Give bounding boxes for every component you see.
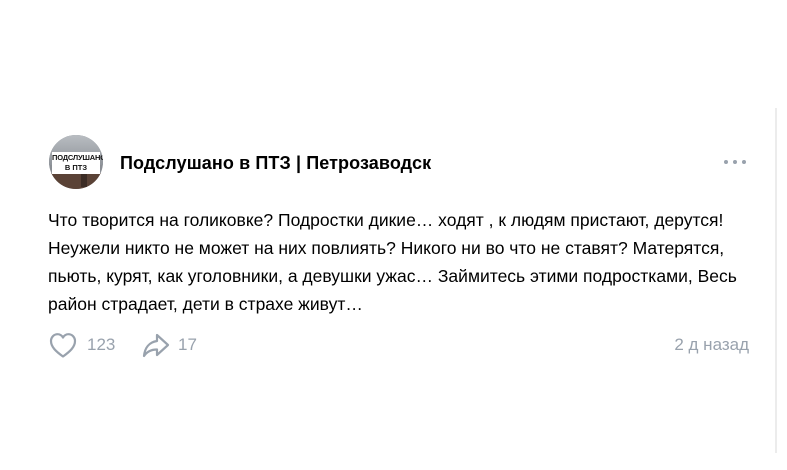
scrollbar-track bbox=[775, 108, 777, 453]
more-dot bbox=[742, 160, 746, 164]
page: ПОДСЛУШАНО В ПТЗ Подслушано в ПТЗ | Петр… bbox=[0, 0, 787, 470]
like-button[interactable]: 123 bbox=[48, 330, 115, 360]
avatar-logo: ПОДСЛУШАНО В ПТЗ bbox=[52, 152, 103, 174]
avatar-logo-line1: ПОДСЛУШАНО bbox=[52, 153, 103, 162]
post-footer: 123 17 2 д назад bbox=[48, 330, 753, 360]
like-count: 123 bbox=[87, 335, 116, 354]
avatar-logo-line2: В ПТЗ bbox=[64, 163, 88, 172]
avatar[interactable]: ПОДСЛУШАНО В ПТЗ bbox=[49, 135, 103, 189]
more-dot bbox=[733, 160, 737, 164]
group-name-link[interactable]: Подслушано в ПТЗ | Петрозаводск bbox=[120, 153, 431, 174]
post-header: ПОДСЛУШАНО В ПТЗ Подслушано в ПТЗ | Петр… bbox=[48, 134, 753, 192]
more-horizontal-icon[interactable] bbox=[724, 157, 746, 167]
share-arrow-icon bbox=[142, 333, 170, 358]
avatar-ground bbox=[49, 173, 103, 189]
more-dot bbox=[724, 160, 728, 164]
post-text: Что творится на голиковке? Подростки дик… bbox=[48, 210, 737, 314]
share-button[interactable]: 17 bbox=[141, 330, 197, 360]
share-count: 17 bbox=[178, 335, 197, 354]
post-time[interactable]: 2 д назад bbox=[674, 335, 749, 355]
heart-icon bbox=[49, 333, 77, 358]
post-card: ПОДСЛУШАНО В ПТЗ Подслушано в ПТЗ | Петр… bbox=[48, 134, 753, 358]
